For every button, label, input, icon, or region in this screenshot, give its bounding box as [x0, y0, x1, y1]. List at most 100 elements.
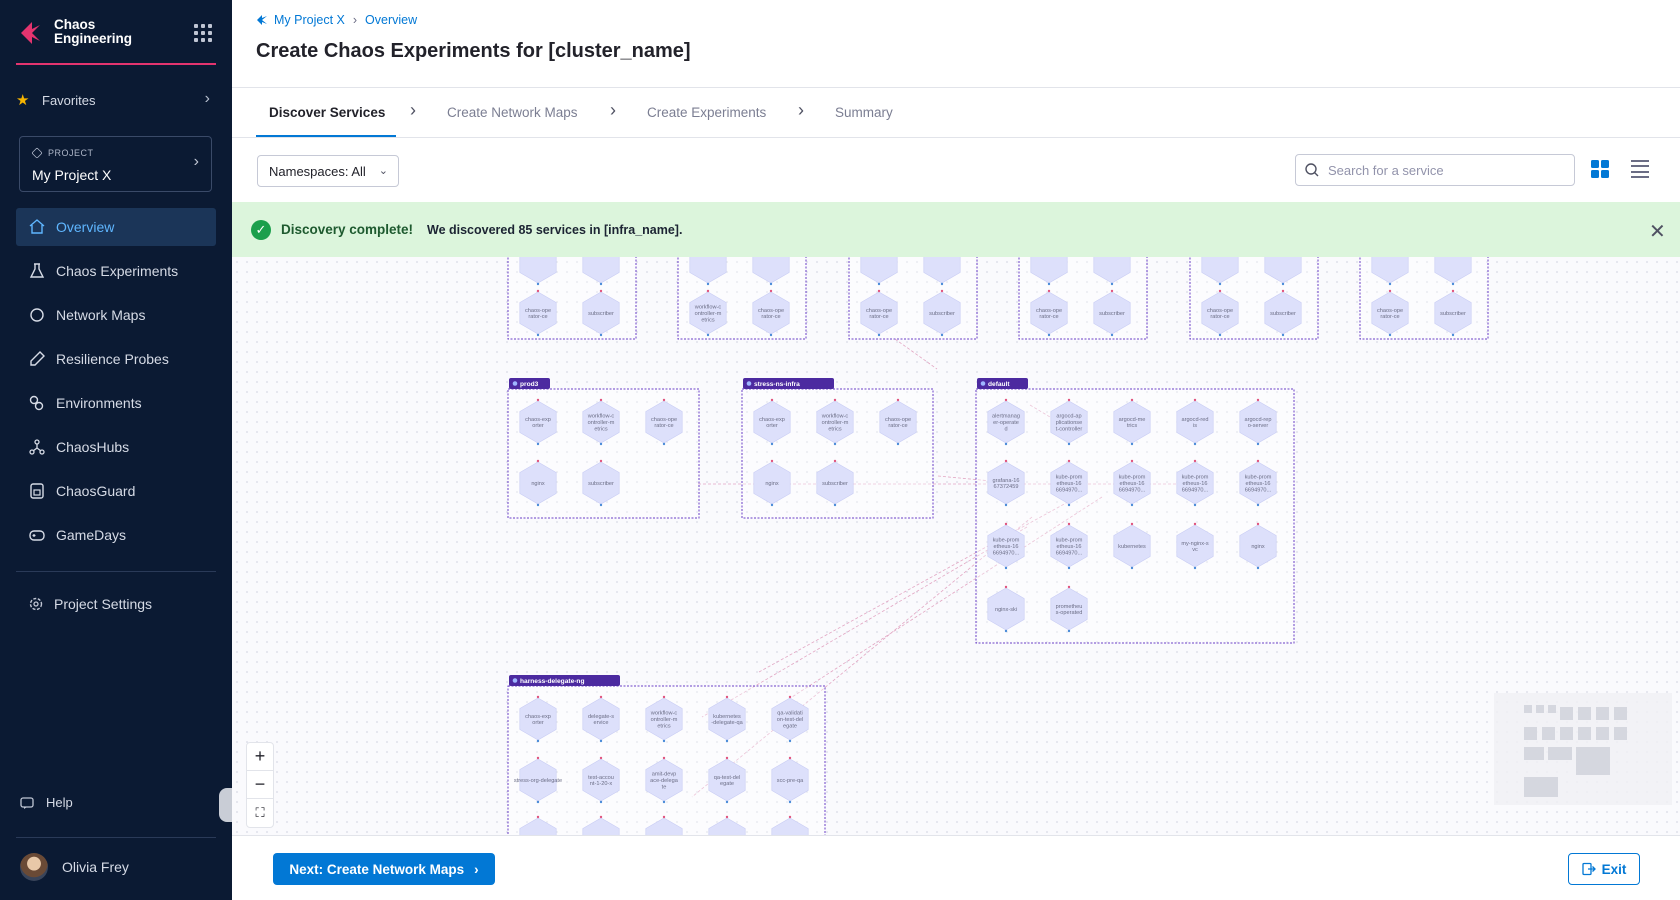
minimap[interactable] — [1494, 693, 1672, 805]
close-icon[interactable]: ✕ — [1649, 219, 1666, 244]
step-create-network-maps[interactable]: Create Network Maps — [447, 105, 578, 120]
sidebar-item-resilience-probes[interactable]: Resilience Probes — [16, 340, 216, 378]
list-view-icon[interactable] — [1631, 160, 1649, 178]
service-node-label: etrics — [701, 317, 715, 323]
breadcrumb-overview[interactable]: Overview — [365, 13, 417, 27]
project-caption: PROJECT — [48, 148, 94, 158]
next-create-network-maps-button[interactable]: Next: Create Network Maps › — [273, 853, 495, 885]
user-profile[interactable]: Olivia Frey — [20, 853, 129, 881]
step-create-experiments[interactable]: Create Experiments — [647, 105, 766, 120]
service-node-label: stress-org-delegate — [514, 778, 562, 784]
flask-icon — [29, 263, 45, 278]
exit-button[interactable]: Exit — [1568, 853, 1640, 885]
star-icon: ★ — [16, 92, 30, 109]
namespace-select[interactable]: Namespaces: All ⌄ — [257, 155, 399, 187]
service-node-label: s-operated — [1056, 610, 1083, 616]
zoom-controls: + − ⛶ — [246, 742, 274, 828]
service-node-label: kube-prom — [1245, 475, 1272, 481]
toolbar: Namespaces: All ⌄ — [232, 138, 1680, 202]
service-node-label: 6694970... — [1245, 487, 1272, 493]
home-icon — [29, 219, 45, 234]
service-node-label: d — [1004, 426, 1007, 432]
brand-divider — [16, 63, 216, 65]
probe-icon — [30, 351, 45, 366]
service-node-label: subscriber — [1099, 311, 1125, 317]
service-node-label: kube-prom — [993, 538, 1020, 544]
sidebar-item-overview[interactable]: Overview — [16, 208, 216, 246]
sidebar-collapse-handle[interactable] — [219, 788, 233, 822]
service-node-label: ontroller-m — [695, 311, 722, 317]
search-input[interactable] — [1328, 162, 1558, 178]
project-selector[interactable]: PROJECT My Project X › — [19, 136, 212, 192]
service-node-label: 6694970... — [1056, 550, 1083, 556]
wizard-steps: Discover Services › Create Network Maps … — [232, 88, 1680, 138]
chevron-right-icon: › — [610, 100, 616, 120]
zoom-out-button[interactable]: − — [247, 771, 273, 799]
discovery-banner: ✓ Discovery complete! We discovered 85 s… — [232, 202, 1680, 257]
favorites-item[interactable]: ★ Favorites › — [16, 88, 216, 112]
namespace-label: default — [988, 381, 1010, 388]
app-switcher-icon[interactable] — [194, 24, 212, 42]
service-node-label: t-controller — [1056, 426, 1083, 432]
nav-divider — [16, 571, 216, 572]
service-node-label: workflow-c — [650, 711, 678, 717]
banner-title: Discovery complete! — [281, 222, 414, 237]
brand-name: Chaos Engineering — [54, 17, 133, 46]
breadcrumb: My Project X › Overview — [256, 13, 417, 27]
zoom-in-button[interactable]: + — [247, 743, 273, 771]
namespace-label: harness-delegate-ng — [520, 678, 585, 685]
service-node-label: orter — [532, 423, 544, 429]
step-summary[interactable]: Summary — [835, 105, 893, 120]
brand-logo[interactable]: Chaos Engineering — [18, 18, 132, 46]
service-node-label: scc-pre-qa — [777, 778, 804, 784]
service-node-label: nginx — [1251, 544, 1265, 550]
service-node-label: kubernetes — [1118, 544, 1146, 550]
step-discover-services[interactable]: Discover Services — [269, 105, 385, 120]
service-node-label: qa-test-del — [714, 775, 740, 781]
service-node-label: grafana-16 — [992, 478, 1019, 484]
sidebar-nav: Overview Chaos Experiments Network Maps Res… — [16, 208, 216, 560]
service-node-label: argocd-rep — [1244, 417, 1271, 423]
help-icon — [20, 796, 34, 809]
sidebar-item-project-settings[interactable]: Project Settings — [28, 596, 152, 612]
sidebar-item-chaos-experiments[interactable]: Chaos Experiments — [16, 252, 216, 290]
service-node-label: rator-ce — [761, 314, 780, 320]
service-node-label: trics — [1127, 423, 1137, 429]
sidebar-item-network-maps[interactable]: Network Maps — [16, 296, 216, 334]
service-node-label: rator-ce — [1210, 314, 1229, 320]
namespace-icon — [980, 381, 986, 386]
sidebar-item-gamedays[interactable]: GameDays — [16, 516, 216, 554]
service-node-label: chaos-ope — [1207, 308, 1233, 314]
service-node-label: delegate-s — [588, 714, 614, 720]
service-node-label: argocd-red — [1181, 417, 1208, 423]
chevron-right-icon: › — [193, 153, 199, 170]
environments-icon — [29, 395, 44, 411]
service-node-label: amit-devp — [652, 772, 677, 778]
service-node-label: 6694970... — [1182, 487, 1209, 493]
service-node-label: subscriber — [1440, 311, 1466, 317]
service-node-label: nt-1-20-x — [590, 781, 613, 787]
service-node-label: ontroller-m — [822, 420, 849, 426]
service-node-label: argocd-ap — [1056, 414, 1081, 420]
active-step-indicator — [256, 135, 396, 137]
gear-icon — [29, 597, 43, 611]
fit-view-button[interactable]: ⛶ — [247, 799, 273, 827]
service-node-label: chaos-exp — [759, 417, 785, 423]
service-node-label: egate — [720, 781, 734, 787]
sidebar-item-chaosguard[interactable]: ChaosGuard — [16, 472, 216, 510]
chevron-down-icon: ⌄ — [378, 165, 388, 177]
sidebar: Chaos Engineering ★ Favorites › PROJECT … — [0, 0, 233, 900]
project-breadcrumb-icon — [257, 15, 267, 25]
service-node-label: ace-delega — [650, 778, 679, 784]
page-header: My Project X › Overview Create Chaos Exp… — [232, 0, 1680, 88]
breadcrumb-project[interactable]: My Project X — [274, 13, 345, 27]
sidebar-item-environments[interactable]: Environments — [16, 384, 216, 422]
page-title: Create Chaos Experiments for [cluster_na… — [256, 40, 691, 62]
help-link[interactable]: Help — [20, 795, 73, 810]
service-node-label: 6694970... — [1119, 487, 1146, 493]
service-node-label: qa-validati — [777, 711, 803, 717]
grid-view-icon[interactable] — [1591, 160, 1609, 178]
service-graph-canvas[interactable]: chaos-ope rator-ce subscriber workflow-c ont… — [232, 257, 1680, 835]
service-node-label: ontroller-m — [651, 717, 678, 723]
sidebar-item-chaoshubs[interactable]: ChaosHubs — [16, 428, 216, 466]
